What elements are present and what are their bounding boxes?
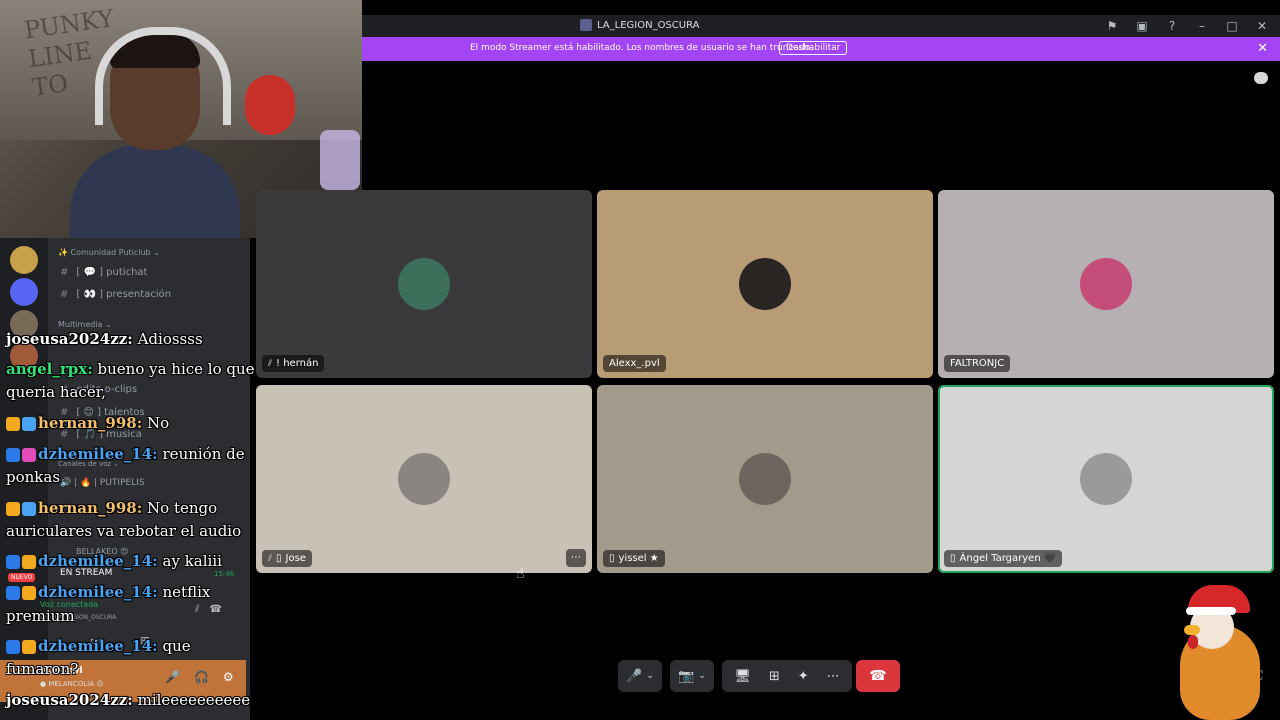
participant-avatar	[398, 258, 450, 310]
participant-tile-angel[interactable]: ▯ Ángel Targaryen 🖤	[938, 385, 1274, 573]
server-icon-2[interactable]	[10, 278, 38, 306]
server-icon-1[interactable]	[10, 246, 38, 274]
more-options-icon[interactable]: ⋯	[566, 549, 586, 567]
maximize-icon[interactable]: □	[1224, 18, 1240, 34]
chat-message-cont: queria hacer,	[6, 383, 106, 401]
camera-off-icon: 📷	[678, 668, 695, 684]
server-icon	[580, 19, 592, 31]
mic-off-icon: ⫽	[268, 358, 273, 369]
camera-toggle-button[interactable]: 📷 ⌄	[670, 660, 714, 692]
voice-channel-putipelis[interactable]: 🔊 | 🔥 | PUTIPELIS	[60, 478, 145, 488]
chat-message: joseusa2024zz: mileeeeeeeeee	[6, 691, 251, 709]
chat-message: hernan_998: No tengo	[6, 497, 217, 520]
leave-call-button[interactable]: ☎	[856, 660, 900, 692]
chat-message-cont: ponkas	[6, 468, 61, 486]
settings-gear-icon[interactable]: ⚙	[223, 670, 234, 684]
voice-controls: ⫽ ☎	[195, 604, 222, 615]
participant-label: ⫽! hernán	[262, 355, 325, 372]
chat-message: dzhemilee_14: netflix	[6, 581, 210, 604]
media-actions-group: 🖥 ⊞ ✦ ⋯	[722, 660, 852, 692]
chat-message-cont: auriculares va rebotar el audio	[6, 522, 242, 540]
rooster-mascot	[1170, 585, 1270, 720]
chat-message: angel_rpx: bueno ya hice lo que	[6, 360, 255, 378]
participant-label: FALTRONJC	[944, 355, 1011, 372]
inbox-icon[interactable]: ▣	[1134, 18, 1150, 34]
chat-message: dzhemilee_14: que	[6, 635, 191, 658]
participant-avatar	[739, 258, 791, 310]
banner-close-icon[interactable]: ✕	[1257, 41, 1268, 56]
participant-avatar	[398, 453, 450, 505]
server-name[interactable]: ✨ Comunidad Puticlub ⌄	[58, 248, 160, 257]
channel-presentacion[interactable]: #[ 👀 ] presentación	[60, 289, 171, 300]
soundboard-icon[interactable]: ✦	[798, 669, 809, 684]
chevron-down-icon: ⌄	[646, 671, 654, 681]
participant-label: ⫽ ▯ Jose	[262, 550, 312, 567]
user-status: ● MELANCOLIA 😔	[40, 680, 104, 688]
microphone-icon[interactable]: 🎤	[165, 670, 180, 684]
help-icon[interactable]: ?	[1164, 18, 1180, 34]
streamer-mode-banner: El modo Streamer está habilitado. Los no…	[362, 37, 1280, 61]
phone-icon: ▯	[276, 553, 282, 564]
channel-putichat[interactable]: #[ 💬 ] putichat	[60, 267, 147, 278]
window-title-text: LA_LEGION_OSCURA	[597, 19, 700, 31]
noise-suppression-icon[interactable]: ⫽	[195, 604, 199, 615]
microphone-icon: 🎤	[626, 668, 643, 684]
participant-tile-faltronjc[interactable]: FALTRONJC	[938, 190, 1274, 378]
headset-icon	[95, 27, 231, 125]
participant-label: ▯ Ángel Targaryen 🖤	[944, 550, 1063, 567]
mic-toggle-button[interactable]: 🎤 ⌄	[618, 660, 662, 692]
participant-label: ▯ yissel ★	[603, 550, 665, 567]
chat-message: dzhemilee_14: reunión de	[6, 443, 245, 466]
phone-icon: ▯	[609, 553, 615, 564]
participant-avatar	[1080, 453, 1132, 505]
chat-message-cont: premium	[6, 607, 75, 625]
call-controls: 🎤 ⌄ 📷 ⌄ 🖥 ⊞ ✦ ⋯	[618, 660, 852, 692]
more-options-icon[interactable]: ⋯	[827, 669, 840, 684]
flag-icon[interactable]: ⚑	[1104, 18, 1120, 34]
window-titlebar: LA_LEGION_OSCURA ⚑ ▣ ? – □ ✕	[362, 15, 1280, 37]
disconnect-icon[interactable]: ☎	[209, 604, 221, 615]
chat-message: joseusa2024zz: Adiossss	[6, 330, 203, 348]
plush-toy	[245, 75, 295, 135]
mic-off-icon: ⫽	[268, 553, 273, 564]
activities-icon[interactable]: ⊞	[769, 669, 780, 684]
disable-streamer-button[interactable]: Deshabilitar	[779, 41, 848, 55]
chat-message: dzhemilee_14: ay kaliii	[6, 550, 222, 573]
participant-tile-yissel[interactable]: ▯ yissel ★	[597, 385, 933, 573]
participant-avatar	[1080, 258, 1132, 310]
minimize-icon[interactable]: –	[1194, 18, 1210, 34]
phone-icon: ▯	[950, 553, 956, 564]
chevron-down-icon: ⌄	[698, 671, 706, 681]
participant-tile-jose[interactable]: ⫽ ▯ Jose ⋯	[256, 385, 592, 573]
participant-label: Alexx_.pvl	[603, 355, 666, 372]
window-title: LA_LEGION_OSCURA	[580, 19, 700, 31]
close-icon[interactable]: ✕	[1254, 18, 1270, 34]
streamer-person	[70, 27, 240, 238]
chat-message: hernan_998: No	[6, 412, 169, 435]
lamp	[320, 130, 360, 190]
chat-message-cont: fumaron?	[6, 660, 79, 678]
participant-tile-hernan[interactable]: ⫽! hernán	[256, 190, 592, 378]
banner-message: El modo Streamer está habilitado. Los no…	[470, 43, 813, 53]
user-panel-controls: 🎤 🎧 ⚙	[165, 670, 234, 684]
participant-avatar	[739, 453, 791, 505]
mouse-cursor-icon: ☝	[516, 566, 525, 582]
headphones-icon[interactable]: 🎧	[194, 670, 209, 684]
participant-tile-alexx[interactable]: Alexx_.pvl	[597, 190, 933, 378]
chat-toggle-icon[interactable]	[1254, 72, 1268, 84]
screen-share-icon[interactable]: 🖥	[734, 669, 751, 684]
